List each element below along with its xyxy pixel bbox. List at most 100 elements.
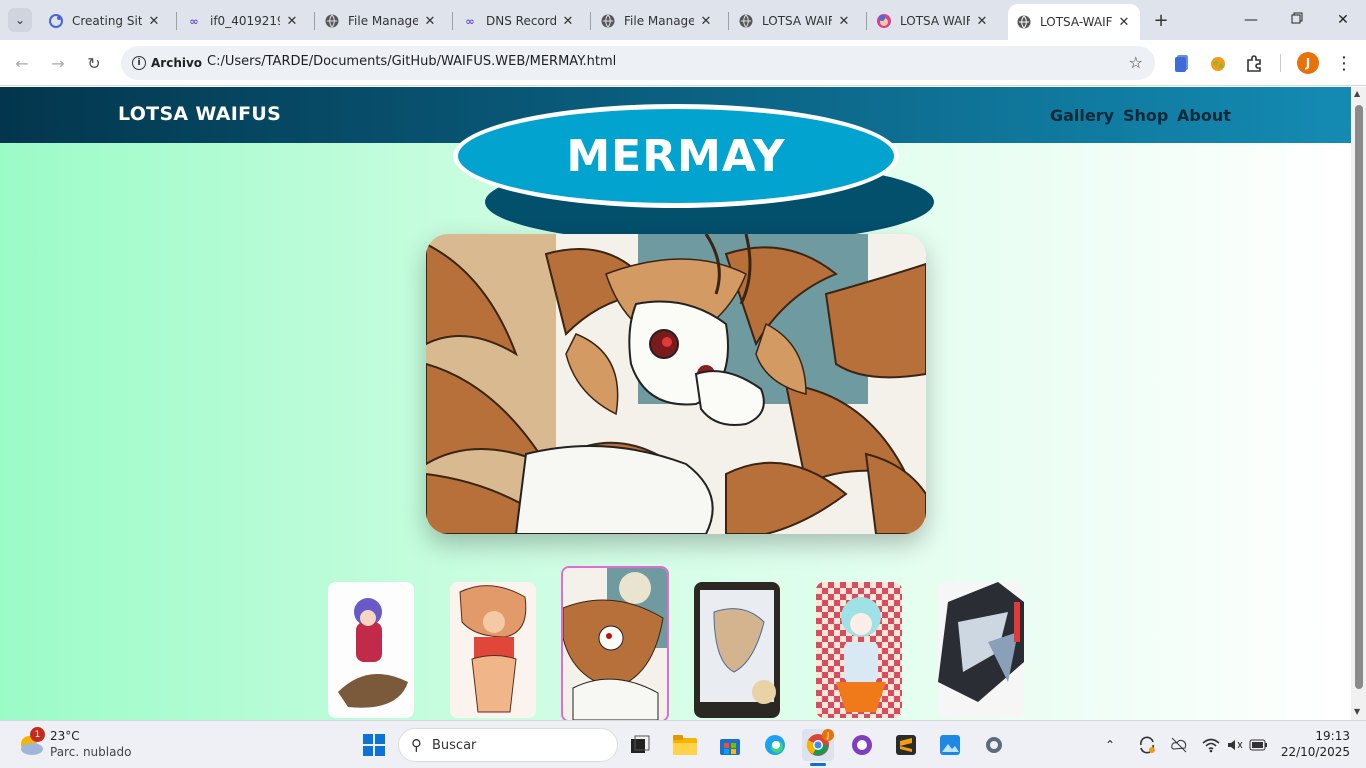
taskbar: 1 23°C Parc. nublado ⚲ Buscar J ⌃ 19:13 … [0,720,1366,768]
nav-gallery-link[interactable]: Gallery [1050,106,1114,125]
tab-2[interactable]: ∞ if0_40192198 ✕ [178,8,308,34]
close-icon[interactable]: ✕ [974,14,990,29]
page-viewport: LOTSA WAIFUS Gallery Shop About MERMAY [0,87,1351,720]
thumbnail-4[interactable] [694,582,780,718]
featured-artwork[interactable] [426,234,926,534]
arrow-left-icon: ← [15,53,29,73]
weather-temp: 23°C [50,729,80,743]
sublime-text-icon[interactable] [890,729,922,761]
weather-widget[interactable]: 1 [16,727,46,759]
clock-date[interactable]: 22/10/2025 [1276,745,1350,759]
restore-icon [1291,12,1303,28]
creating-site-icon [48,13,64,29]
nav-shop-link[interactable]: Shop [1123,106,1168,125]
tab-title: LOTSA WAIFUS [900,14,970,28]
battery-charging-icon[interactable] [1246,729,1272,761]
tab-title: File Manager [348,14,418,28]
tab-6[interactable]: LOTSA WAIFUS ✕ [730,8,860,34]
tab-3[interactable]: File Manager ✕ [316,8,446,34]
weather-desc: Parc. nublado [50,745,132,759]
infinity-icon: ∞ [189,14,199,28]
tab-title: Creating Site [72,14,142,28]
tab-title: LOTSA WAIFUS [762,14,832,28]
close-icon[interactable]: ✕ [1116,15,1132,30]
globe-icon [738,13,754,29]
active-app-indicator [810,763,826,766]
thumbnail-2[interactable] [450,582,536,718]
close-window-button[interactable]: ✕ [1320,0,1366,40]
reload-icon: ↻ [87,53,101,73]
plus-icon: + [1153,9,1169,31]
search-placeholder: Buscar [432,737,477,753]
wifi-icon[interactable] [1198,729,1224,761]
scroll-down-icon[interactable]: ▼ [1354,707,1360,716]
thumbnail-6[interactable] [938,582,1024,718]
thumbnail-3-selected[interactable] [561,566,669,720]
sync-icon[interactable] [1134,729,1160,761]
minimize-icon: — [1244,12,1258,28]
nav-about-link[interactable]: About [1177,106,1231,125]
avatar-initial: J [1305,56,1311,70]
extension-doc-icon[interactable] [1171,52,1193,74]
extension-fruit-icon[interactable] [1207,52,1229,74]
close-icon[interactable]: ✕ [146,14,162,29]
photos-icon[interactable] [934,729,966,761]
start-button[interactable] [358,729,390,761]
url-text[interactable]: C:/Users/TARDE/Documents/GitHub/WAIFUS.W… [207,54,616,69]
scrollbar-thumb[interactable] [1355,105,1363,689]
close-icon[interactable]: ✕ [836,14,852,29]
tab-strip: ⌄ Creating Site ✕ ∞ if0_40192198 ✕ File … [0,0,1366,40]
globe-icon [324,13,340,29]
tab-title: if0_40192198 [210,14,280,28]
tab-search-button[interactable]: ⌄ [8,8,32,32]
forward-button[interactable]: → [44,49,72,77]
taskbar-search[interactable]: ⚲ Buscar [398,728,618,762]
globe-icon [1016,14,1032,30]
tab-4[interactable]: ∞ DNS Records ✕ [454,8,584,34]
thumbnail-1[interactable] [328,582,414,718]
scroll-up-icon[interactable]: ▲ [1354,89,1360,98]
cloud-offline-icon[interactable] [1166,729,1192,761]
new-tab-button[interactable]: + [1149,8,1173,32]
tab-8-active[interactable]: LOTSA-WAIFUS ✕ [1008,4,1140,40]
close-icon: ✕ [1337,12,1349,28]
site-logo[interactable]: LOTSA WAIFUS [118,103,281,125]
bookmark-star-icon[interactable]: ☆ [1129,53,1143,72]
tab-1[interactable]: Creating Site ✕ [40,8,170,34]
close-icon[interactable]: ✕ [698,14,714,29]
tab-title: DNS Records [486,14,556,28]
chevron-down-icon: ⌄ [14,13,26,27]
restore-button[interactable] [1274,0,1320,40]
github-desktop-icon[interactable] [846,729,878,761]
edge-icon[interactable] [759,729,791,761]
page-scrollbar[interactable]: ▲ ▼ [1351,87,1366,720]
close-icon[interactable]: ✕ [284,14,300,29]
store-icon[interactable] [714,729,746,761]
close-icon[interactable]: ✕ [422,14,438,29]
tab-5[interactable]: File Manager ✕ [592,8,722,34]
profile-avatar[interactable]: J [1297,52,1319,74]
site-info-chip[interactable]: i Archivo [126,50,210,76]
task-view-icon[interactable] [624,729,656,761]
browser-toolbar: ← → ↻ i Archivo C:/Users/TARDE/Documents… [0,40,1366,86]
tab-title: File Manager [624,14,694,28]
settings-gear-icon[interactable] [978,729,1010,761]
clock-time[interactable]: 19:13 [1284,729,1350,743]
extensions-puzzle-icon[interactable] [1243,52,1265,74]
reload-button[interactable]: ↻ [80,49,108,77]
chrome-icon[interactable]: J [802,729,834,761]
file-explorer-icon[interactable] [669,729,701,761]
close-icon[interactable]: ✕ [560,14,576,29]
tab-title: LOTSA-WAIFUS [1040,15,1112,29]
menu-kebab-icon[interactable]: ⋮ [1333,52,1355,74]
thumbnail-5[interactable] [816,582,902,718]
minimize-button[interactable]: — [1228,0,1274,40]
volume-muted-icon[interactable] [1222,729,1248,761]
back-button[interactable]: ← [8,49,36,77]
tab-7[interactable]: LOTSA WAIFUS ✕ [868,8,998,34]
site-info-label: Archivo [151,56,203,70]
title-oval: MERMAY [453,104,899,208]
page-title: MERMAY [566,130,786,182]
show-hidden-icons-chevron-icon[interactable]: ⌃ [1100,729,1120,761]
address-bar[interactable]: i Archivo C:/Users/TARDE/Documents/GitHu… [121,46,1155,80]
